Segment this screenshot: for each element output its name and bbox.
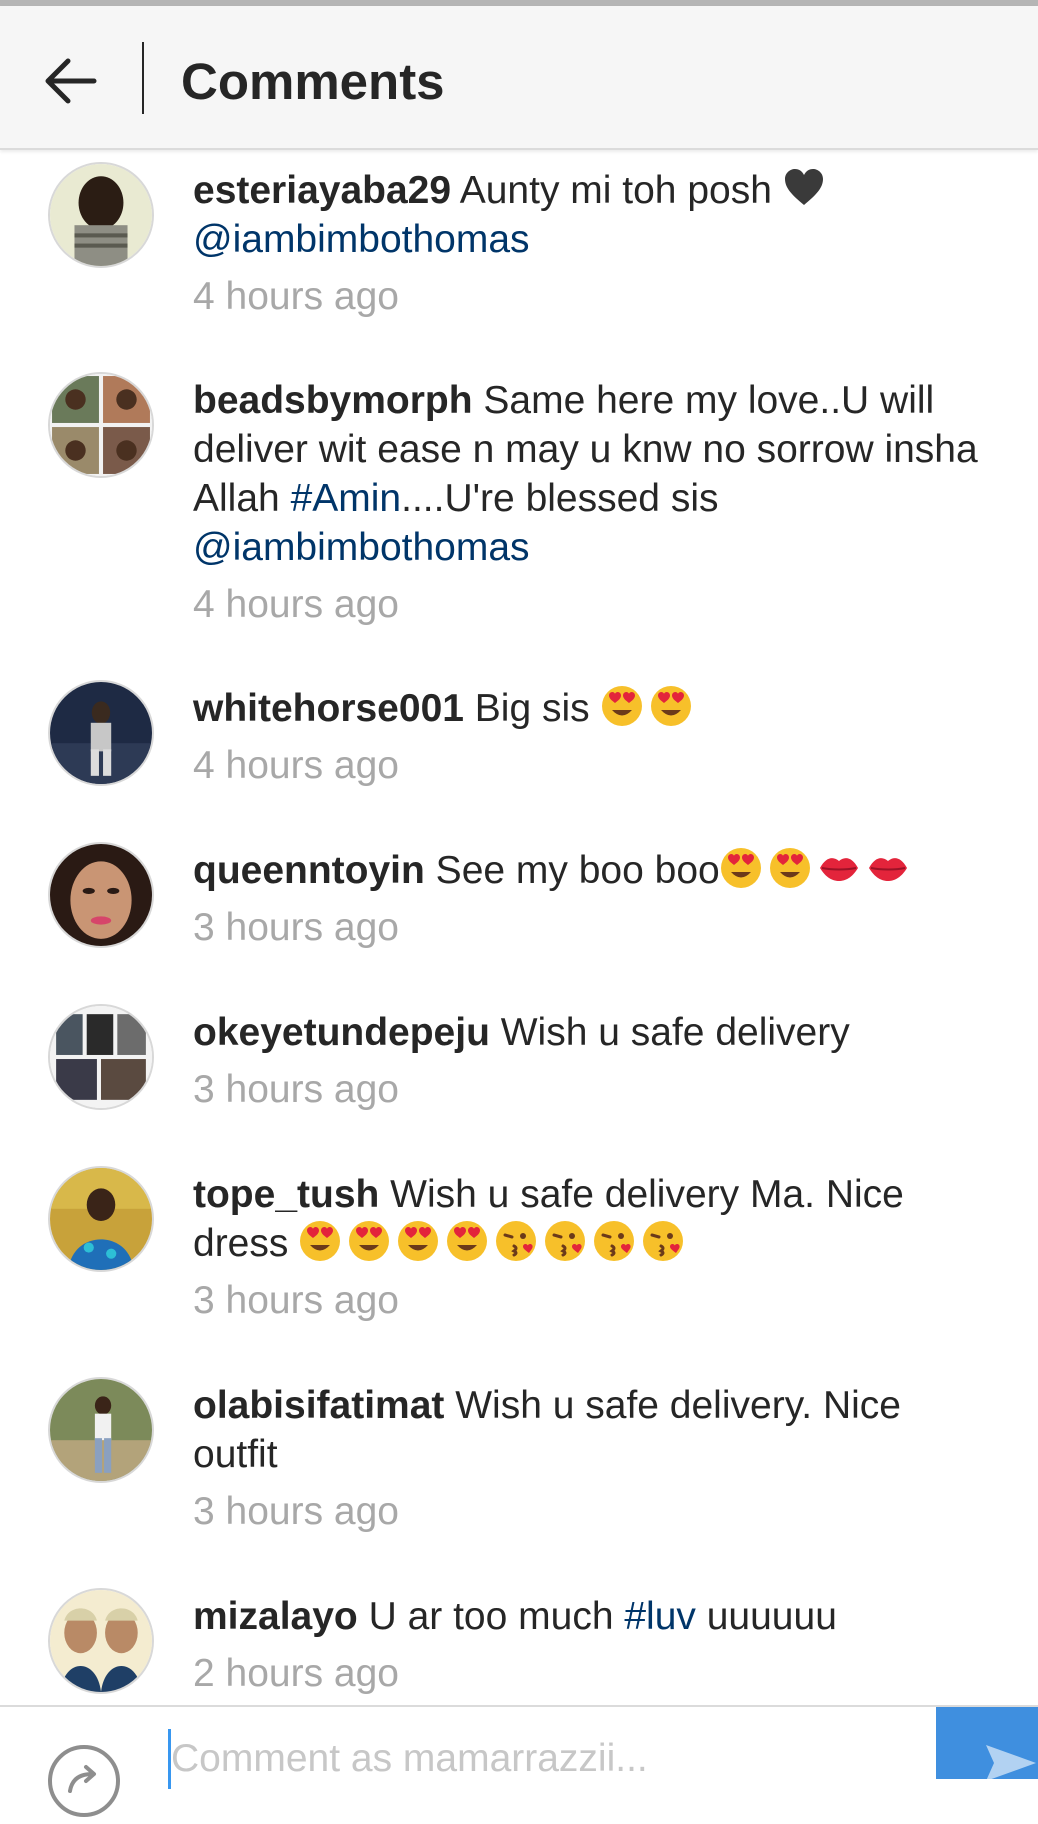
comment-username[interactable]: beadsbymorph (193, 379, 473, 422)
avatar[interactable] (48, 680, 154, 786)
heart-eyes-emoji-icon (397, 1220, 439, 1262)
comment-timestamp: 3 hours ago (193, 1068, 399, 1111)
comment-text: U ar too much (357, 1595, 625, 1638)
avatar[interactable] (48, 1377, 154, 1483)
heart-eyes-emoji-icon (299, 1220, 341, 1262)
comment-username[interactable]: queenntoyin (193, 849, 425, 892)
comment-text: Big sis (463, 687, 601, 730)
comment-timestamp: 4 hours ago (193, 744, 399, 787)
mention-link[interactable]: @iambimbothomas (193, 526, 530, 569)
kissing-heart-emoji-icon (593, 1220, 635, 1262)
share-arrow-icon[interactable] (46, 1743, 122, 1819)
comment-timestamp: 3 hours ago (193, 906, 399, 949)
comment-text: uuuuuu (695, 1595, 837, 1638)
kissing-heart-emoji-icon (544, 1220, 586, 1262)
avatar[interactable] (48, 372, 154, 478)
comment-timestamp: 4 hours ago (193, 275, 399, 318)
avatar[interactable] (48, 1588, 154, 1694)
avatar[interactable] (48, 1166, 154, 1272)
heart-eyes-emoji-icon (601, 685, 643, 727)
comment-text: See my boo boo (424, 849, 720, 892)
kissing-heart-emoji-icon (495, 1220, 537, 1262)
hashtag-link[interactable]: #luv (624, 1595, 696, 1638)
avatar[interactable] (48, 842, 154, 948)
arrow-left-icon (45, 58, 97, 104)
comment-text: Wish u safe delivery (489, 1011, 850, 1054)
avatar[interactable] (48, 1004, 154, 1110)
send-icon (986, 1745, 1036, 1781)
comment-text: ....U're blessed sis (401, 477, 719, 520)
heart-eyes-emoji-icon (650, 685, 692, 727)
avatar[interactable] (48, 162, 154, 268)
comment-text: Aunty mi toh posh (451, 169, 783, 212)
comment-timestamp: 2 hours ago (193, 1652, 399, 1695)
heart-eyes-emoji-icon (769, 847, 811, 889)
header-divider (142, 42, 144, 114)
heart-eyes-emoji-icon (720, 847, 762, 889)
comment-username[interactable]: olabisifatimat (193, 1384, 444, 1427)
comment-username[interactable]: whitehorse001 (193, 687, 464, 730)
kiss-lips-icon (867, 847, 909, 889)
comment-input[interactable] (168, 1729, 931, 1789)
comment-timestamp: 3 hours ago (193, 1279, 399, 1322)
page-title: Comments (181, 53, 445, 110)
comment-timestamp: 3 hours ago (193, 1490, 399, 1533)
app-header: Comments (0, 6, 1038, 150)
back-button[interactable] (38, 48, 104, 114)
black-heart-icon (783, 167, 825, 209)
comment-username[interactable]: tope_tush (193, 1173, 379, 1216)
heart-eyes-emoji-icon (446, 1220, 488, 1262)
comment-username[interactable]: mizalayo (193, 1595, 358, 1638)
hashtag-link[interactable]: #Amin (291, 477, 402, 520)
mention-link[interactable]: @iambimbothomas (193, 218, 530, 261)
comment-timestamp: 4 hours ago (193, 583, 399, 626)
kiss-lips-icon (818, 847, 860, 889)
comment-composer (0, 1705, 1038, 1817)
heart-eyes-emoji-icon (348, 1220, 390, 1262)
send-button[interactable] (936, 1707, 1038, 1781)
comment-username[interactable]: esteriayaba29 (193, 169, 451, 212)
kissing-heart-emoji-icon (642, 1220, 684, 1262)
comment-username[interactable]: okeyetundepeju (193, 1011, 490, 1054)
